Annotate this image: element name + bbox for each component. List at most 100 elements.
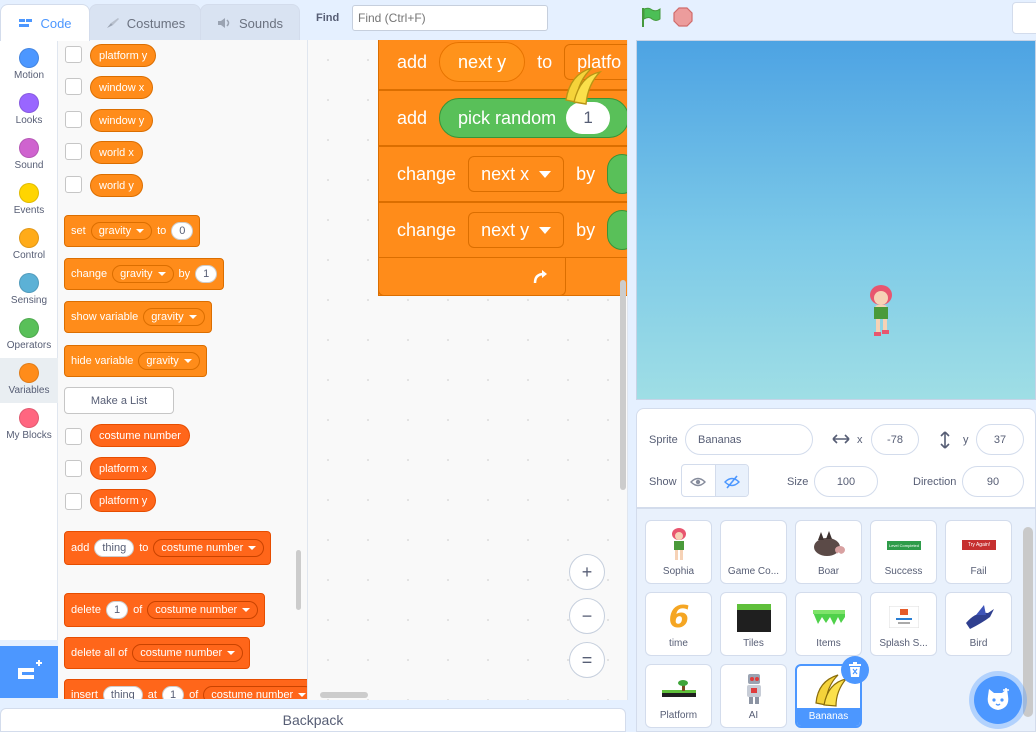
value-input[interactable]: 1 (195, 265, 218, 283)
zoom-in-button[interactable]: + (569, 554, 605, 590)
script-area[interactable]: add next y to platfo add pick random 1 ch… (308, 40, 628, 700)
tab-code[interactable]: Code (0, 4, 90, 41)
list-dropdown[interactable]: costume number (132, 644, 244, 662)
sprite-tile-tiles[interactable]: Tiles (720, 592, 787, 656)
index-input[interactable]: 1 (161, 686, 185, 699)
looks-dot-icon (19, 93, 39, 113)
list-reporter-costume-number[interactable]: costume number (90, 424, 190, 447)
x-input[interactable]: -78 (871, 424, 919, 455)
block-text: of (133, 604, 143, 616)
show-variable-block[interactable]: show variable gravity (64, 301, 212, 333)
make-a-list-button[interactable]: Make a List (64, 387, 174, 414)
monitor-checkbox[interactable] (65, 176, 82, 193)
monitor-checkbox[interactable] (65, 428, 82, 445)
variable-dropdown[interactable]: next x (468, 156, 565, 192)
vertical-scrollbar[interactable] (620, 280, 626, 490)
delete-all-of-list-block[interactable]: delete all of costume number (64, 637, 251, 669)
monitor-checkbox[interactable] (65, 46, 82, 63)
monitor-checkbox[interactable] (65, 78, 82, 95)
reporter-platform-y[interactable]: platform y (90, 44, 157, 67)
add-to-list-block[interactable]: add thing to costume number (64, 531, 272, 565)
variable-dropdown[interactable]: gravity (143, 308, 205, 326)
direction-input[interactable]: 90 (962, 466, 1024, 497)
reporter-window-x[interactable]: window x (90, 76, 154, 99)
sprite-list-scrollbar[interactable] (1023, 527, 1033, 717)
find-input[interactable] (352, 5, 548, 31)
sprite-tile-game-controller[interactable]: Game Co... (720, 520, 787, 584)
backpack[interactable]: Backpack (0, 708, 626, 732)
list-reporter-platform-y[interactable]: platform y (90, 489, 157, 512)
category-control[interactable]: Control (0, 223, 58, 268)
sprite-name-input[interactable]: Bananas (685, 424, 813, 455)
sprite-tile-boar[interactable]: Boar (795, 520, 862, 584)
sprite-tile-items[interactable]: Items (795, 592, 862, 656)
category-sensing[interactable]: Sensing (0, 268, 58, 313)
sprite-tile-ai[interactable]: AI (720, 664, 787, 728)
reporter-world-y[interactable]: world y (90, 174, 143, 197)
sprite-tile-bird[interactable]: Bird (945, 592, 1012, 656)
direction-label: Direction (913, 476, 957, 488)
set-variable-block[interactable]: set gravity to 0 (64, 215, 201, 247)
operator-reporter[interactable] (607, 210, 627, 250)
block-text: of (189, 689, 199, 699)
variable-dropdown[interactable]: next y (468, 212, 565, 248)
add-extension-button[interactable] (0, 646, 58, 698)
category-operators[interactable]: Operators (0, 313, 58, 358)
category-events[interactable]: Events (0, 178, 58, 223)
stage[interactable] (636, 40, 1036, 400)
monitor-checkbox[interactable] (65, 493, 82, 510)
sophia-sprite[interactable] (855, 281, 905, 343)
variable-dropdown[interactable]: gravity (138, 352, 200, 370)
item-input[interactable]: thing (94, 539, 135, 557)
sprite-tile-sophia[interactable]: Sophia (645, 520, 712, 584)
sprite-tile-fail[interactable]: Try Again! Fail (945, 520, 1012, 584)
show-button[interactable] (682, 465, 715, 496)
variable-dropdown[interactable]: gravity (112, 265, 174, 283)
y-input[interactable]: 37 (976, 424, 1024, 455)
category-variables[interactable]: Variables (0, 358, 58, 403)
category-looks[interactable]: Looks (0, 88, 58, 133)
reporter-world-x[interactable]: world x (90, 141, 143, 164)
palette-scrollbar[interactable] (296, 550, 301, 610)
stage-size-toggle[interactable] (1012, 2, 1036, 34)
monitor-checkbox[interactable] (65, 111, 82, 128)
delete-sprite-button[interactable] (841, 656, 869, 684)
reporter-window-y[interactable]: window y (90, 109, 154, 132)
item-input[interactable]: thing (102, 686, 143, 699)
stop-icon[interactable] (673, 7, 693, 27)
category-motion[interactable]: Motion (0, 43, 58, 88)
hide-variable-block[interactable]: hide variable gravity (64, 345, 207, 377)
category-sound[interactable]: Sound (0, 133, 58, 178)
tab-costumes[interactable]: Costumes (89, 4, 201, 41)
delete-of-list-block[interactable]: delete 1 of costume number (64, 593, 266, 627)
list-dropdown[interactable]: costume number (153, 539, 265, 557)
horizontal-scrollbar[interactable] (320, 692, 368, 698)
sprite-name: Splash S... (879, 638, 928, 649)
next-y-reporter[interactable]: next y (439, 42, 526, 82)
list-reporter-platform-x[interactable]: platform x (90, 457, 157, 480)
index-input[interactable]: 1 (105, 601, 129, 619)
monitor-checkbox[interactable] (65, 460, 82, 477)
category-my-blocks[interactable]: My Blocks (0, 403, 58, 448)
script-change-next-x-block[interactable]: change next x by (378, 146, 627, 202)
list-dropdown[interactable]: costume number (147, 601, 259, 619)
sprite-tile-platform[interactable]: Platform (645, 664, 712, 728)
list-dropdown[interactable]: costume number (203, 686, 307, 699)
variable-dropdown[interactable]: gravity (90, 222, 153, 240)
size-input[interactable]: 100 (814, 466, 878, 497)
monitor-checkbox[interactable] (65, 143, 82, 160)
sprite-tile-success[interactable]: Level Completed Success (870, 520, 937, 584)
choose-sprite-button[interactable] (974, 676, 1022, 724)
value-input[interactable]: 0 (171, 222, 194, 240)
tab-sounds[interactable]: Sounds (200, 4, 300, 41)
zoom-reset-button[interactable]: = (569, 642, 605, 678)
sprite-tile-time[interactable]: 6 time (645, 592, 712, 656)
sprite-tile-splash-screen[interactable]: Splash S... (870, 592, 937, 656)
operator-reporter[interactable] (607, 154, 627, 194)
script-change-next-y-block[interactable]: change next y by (378, 202, 627, 258)
zoom-out-button[interactable]: − (569, 598, 605, 634)
change-variable-block[interactable]: change gravity by 1 (64, 258, 225, 290)
green-flag-icon[interactable] (640, 6, 662, 28)
hide-button[interactable] (714, 465, 748, 496)
insert-at-list-block[interactable]: insert thing at 1 of costume number (64, 679, 307, 699)
